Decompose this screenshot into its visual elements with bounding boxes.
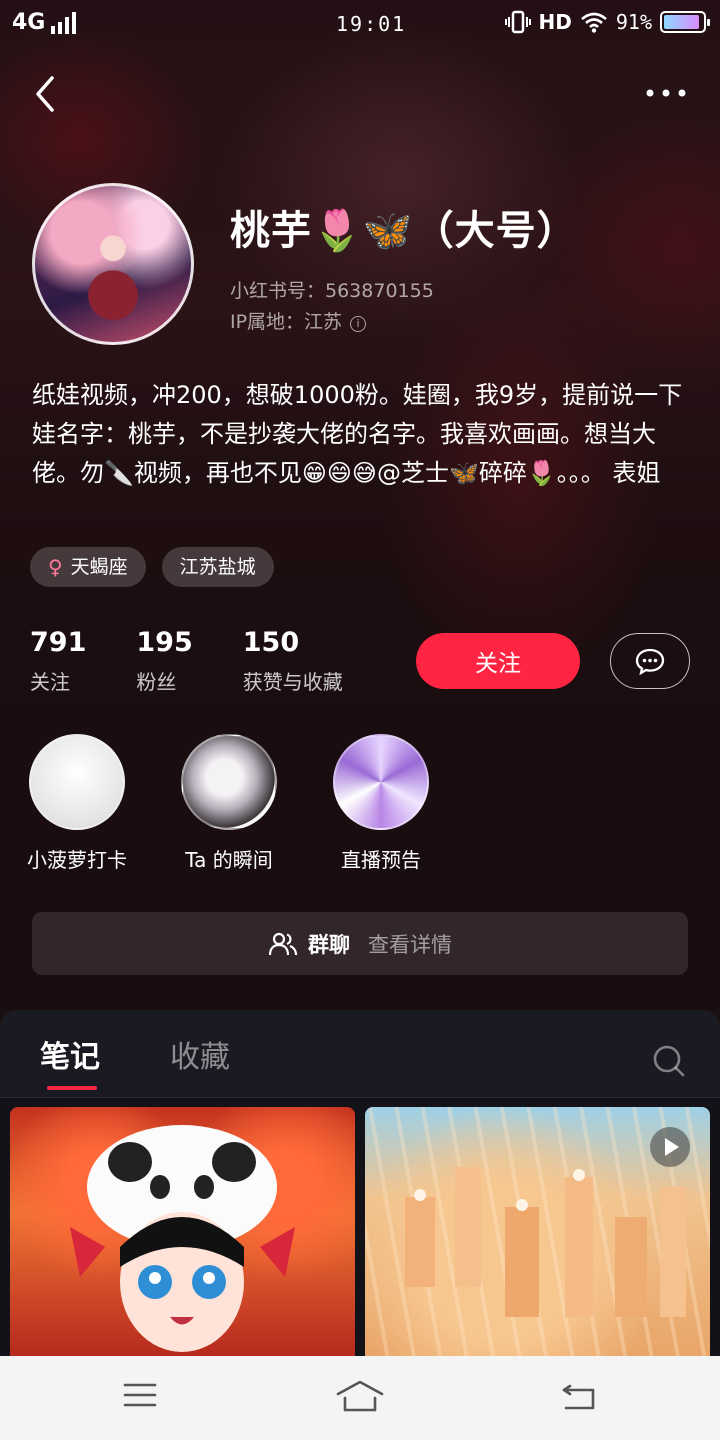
content-tabs: 笔记 收藏 (0, 1010, 720, 1098)
stat-likes-value: 150 (242, 627, 300, 658)
search-icon[interactable] (652, 1044, 686, 1078)
highlight-item[interactable]: Ta 的瞬间 (174, 734, 284, 873)
highlights-row: 小菠萝打卡 Ta 的瞬间 直播预告 (22, 734, 436, 873)
stat-likes-label: 获赞与收藏 (242, 670, 343, 694)
note-card[interactable] (10, 1107, 355, 1367)
tab-notes[interactable]: 笔记 (40, 1032, 100, 1076)
system-nav-bar (0, 1356, 720, 1440)
profile-nickname: 桃芋🌷🦋（大号） (230, 208, 578, 254)
group-chat-title: 群聊 (308, 932, 350, 957)
status-right: HD 91% (504, 10, 710, 34)
notes-feed (0, 1098, 720, 1367)
stat-followers[interactable]: 195 粉丝 (136, 626, 192, 695)
status-left: 4G (12, 10, 77, 35)
stat-following-label: 关注 (30, 670, 70, 694)
note-cover-image (70, 1125, 295, 1352)
message-button[interactable] (610, 633, 690, 689)
follow-button[interactable]: 关注 (416, 633, 580, 689)
group-icon (268, 932, 298, 955)
active-tab-indicator (47, 1086, 97, 1090)
status-bar: 4G 19:01 HD 91% (0, 0, 720, 50)
highlight-label: 小菠萝打卡 (27, 848, 127, 872)
profile-bio: 纸娃视频，冲200，想破1000粉。娃圈，我9岁，提前说一下娃名字：桃芋，不是抄… (32, 381, 683, 487)
back-icon[interactable] (30, 72, 70, 116)
note-card[interactable] (365, 1107, 710, 1367)
menu-icon[interactable] (122, 1380, 158, 1410)
profile-tags: ♀ 天蝎座 江苏盐城 (30, 547, 274, 587)
avatar[interactable] (32, 183, 194, 345)
stat-following[interactable]: 791 关注 (30, 626, 86, 695)
profile-id[interactable]: 小红书号：563870155 (230, 276, 434, 303)
wifi-icon (581, 12, 607, 33)
group-chat-bar[interactable]: 群聊 查看详情 (32, 912, 688, 975)
battery-fill (664, 15, 699, 29)
profile-ip-location: IP属地：江苏 i (230, 307, 367, 334)
highlight-cover (181, 734, 277, 830)
tag-zodiac: ♀ 天蝎座 (30, 547, 146, 587)
stat-followers-label: 粉丝 (136, 670, 177, 694)
female-icon: ♀ (48, 555, 63, 579)
group-chat-details: 查看详情 (368, 932, 452, 957)
back-return-icon[interactable] (560, 1380, 598, 1412)
status-time: 19:01 (336, 12, 407, 36)
highlight-label: Ta 的瞬间 (185, 848, 273, 872)
profile-stats: 791 关注 195 粉丝 150 获赞与收藏 (30, 626, 393, 695)
play-icon (650, 1127, 690, 1167)
network-label: 4G (12, 10, 46, 35)
highlight-cover (29, 734, 125, 830)
tag-zodiac-label: 天蝎座 (70, 556, 128, 578)
vibrate-icon (504, 10, 531, 34)
tag-location: 江苏盐城 (161, 547, 274, 587)
battery-percent: 91% (615, 10, 652, 34)
signal-icon (51, 11, 77, 34)
highlight-label: 直播预告 (341, 848, 421, 872)
chat-bubble-icon (635, 648, 665, 675)
highlight-item[interactable]: 直播预告 (326, 734, 436, 873)
highlight-cover (333, 734, 429, 830)
stat-following-value: 791 (30, 627, 87, 658)
more-options-icon[interactable] (642, 78, 690, 108)
home-icon[interactable] (335, 1378, 385, 1414)
info-icon[interactable]: i (350, 316, 367, 332)
tag-location-label: 江苏盐城 (179, 556, 256, 578)
stat-followers-value: 195 (136, 627, 193, 658)
hd-label: HD (538, 10, 572, 34)
tab-collections[interactable]: 收藏 (170, 1032, 230, 1076)
battery-icon (660, 11, 710, 33)
stat-likes[interactable]: 150 获赞与收藏 (243, 626, 343, 695)
highlight-item[interactable]: 小菠萝打卡 (22, 734, 132, 873)
ip-location-text: IP属地：江苏 (230, 311, 343, 333)
